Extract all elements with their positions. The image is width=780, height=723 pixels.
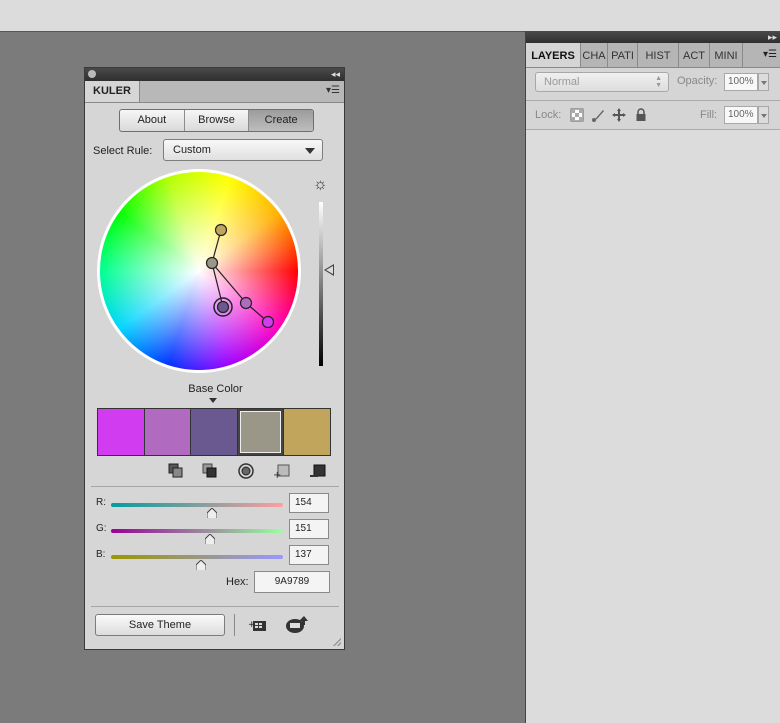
remove-color-icon[interactable] — [309, 462, 327, 480]
brightness-slider-thumb[interactable] — [324, 264, 334, 276]
tab-history[interactable]: HIST — [638, 43, 679, 67]
color-wheel[interactable] — [97, 169, 301, 373]
color-swatch-3[interactable] — [191, 409, 238, 455]
red-slider-thumb[interactable] — [207, 508, 217, 518]
panel-menu-icon[interactable]: ▾☰ — [326, 85, 340, 96]
move-swatch-icon[interactable] — [201, 462, 219, 480]
panel-close-icon[interactable] — [88, 70, 96, 78]
kuler-panel: ◂◂ KULER ▾☰ About Browse Create Select R… — [84, 67, 345, 650]
red-slider-track[interactable] — [111, 503, 283, 507]
chevron-down-icon — [305, 148, 315, 154]
color-swatch-2[interactable] — [144, 409, 192, 455]
color-swatch-row — [97, 408, 331, 456]
select-rule-dropdown[interactable]: Custom — [163, 139, 323, 161]
red-label: R: — [96, 497, 106, 508]
blend-mode-dropdown[interactable]: Normal ▲ ▼ — [535, 72, 669, 92]
opacity-input[interactable]: 100% — [724, 73, 758, 91]
blue-slider-thumb[interactable] — [196, 560, 206, 570]
select-rule-label: Select Rule: — [93, 145, 153, 157]
mode-segmented-control: About Browse Create — [119, 109, 314, 132]
lock-position-move-icon[interactable] — [612, 108, 626, 122]
divider — [91, 606, 339, 607]
lock-all-padlock-icon[interactable] — [634, 108, 648, 122]
green-slider-track[interactable] — [111, 529, 283, 533]
green-value-input[interactable]: 151 — [289, 519, 329, 539]
add-to-swatches-icon[interactable] — [167, 462, 185, 480]
collapse-panel-icon[interactable]: ◂◂ — [331, 68, 340, 81]
blend-mode-value: Normal — [544, 76, 580, 88]
svg-text:+: + — [273, 470, 281, 480]
tab-paths[interactable]: PATI — [608, 43, 638, 67]
toolbar-separator — [234, 614, 235, 636]
layers-panel: ▸▸ LAYERS CHA PATI HIST ACT MINI ▾☰ Norm… — [525, 31, 780, 723]
up-down-arrows-icon: ▲ ▼ — [655, 75, 662, 89]
app-top-bar — [0, 0, 780, 32]
blue-label: B: — [96, 549, 106, 560]
color-swatch-1[interactable] — [98, 409, 145, 455]
tab-layers[interactable]: LAYERS — [526, 43, 581, 67]
upload-theme-icon[interactable] — [284, 615, 308, 638]
layers-list[interactable] — [526, 130, 780, 723]
color-marker-gray[interactable] — [205, 256, 219, 270]
lock-transparent-pixels-icon[interactable] — [570, 108, 584, 122]
red-value-input[interactable]: 154 — [289, 493, 329, 513]
panel-menu-icon[interactable]: ▾☰ — [763, 49, 777, 60]
fill-dropdown-arrow[interactable] — [758, 106, 769, 124]
swatch-tools: + — [167, 462, 327, 481]
divider — [91, 486, 339, 487]
fill-input[interactable]: 100% — [724, 106, 758, 124]
fill-label: Fill: — [700, 109, 718, 121]
hex-label: Hex: — [226, 576, 249, 588]
svg-text:+: + — [248, 620, 256, 630]
base-color-indicator-icon — [209, 398, 217, 403]
set-base-color-icon[interactable] — [237, 462, 255, 480]
lock-image-pixels-brush-icon[interactable] — [591, 108, 605, 122]
tab-mini-bridge[interactable]: MINI — [710, 43, 743, 67]
save-theme-button[interactable]: Save Theme — [95, 614, 225, 636]
hex-value-input[interactable]: 9A9789 — [254, 571, 330, 593]
add-color-icon[interactable]: + — [273, 462, 291, 481]
tab-channels[interactable]: CHA — [581, 43, 608, 67]
color-marker-magenta[interactable] — [261, 315, 275, 329]
color-wheel-markers — [205, 223, 275, 329]
layers-panel-titlebar[interactable]: ▸▸ — [526, 31, 780, 43]
blue-slider-track[interactable] — [111, 555, 283, 559]
green-label: G: — [96, 523, 107, 534]
add-theme-to-swatches-icon[interactable]: + — [248, 617, 268, 638]
color-marker-violet[interactable] — [216, 300, 230, 314]
green-slider-thumb[interactable] — [205, 534, 215, 544]
kuler-panel-titlebar[interactable]: ◂◂ — [85, 68, 344, 81]
base-color-label: Base Color — [188, 383, 243, 395]
color-marker-orchid[interactable] — [239, 296, 253, 310]
layers-tab-row: LAYERS CHA PATI HIST ACT MINI ▾☰ — [526, 43, 780, 68]
blue-value-input[interactable]: 137 — [289, 545, 329, 565]
brightness-sun-icon: ☼ — [313, 176, 328, 193]
lock-label: Lock: — [535, 109, 562, 121]
resize-grip-icon[interactable] — [333, 638, 341, 646]
tab-actions[interactable]: ACT — [679, 43, 710, 67]
opacity-label: Opacity: — [677, 75, 718, 87]
about-button[interactable]: About — [120, 110, 185, 131]
browse-button[interactable]: Browse — [185, 110, 250, 131]
brightness-slider-track[interactable] — [319, 202, 323, 366]
opacity-dropdown-arrow[interactable] — [758, 73, 769, 91]
select-rule-value: Custom — [173, 144, 211, 156]
divider — [526, 100, 780, 101]
color-marker-gold[interactable] — [214, 223, 228, 237]
color-swatch-4[interactable] — [237, 409, 285, 455]
kuler-tab-row: KULER ▾☰ — [85, 81, 344, 103]
color-swatch-5[interactable] — [284, 409, 330, 455]
tab-kuler[interactable]: KULER — [85, 81, 140, 102]
collapse-panel-icon[interactable]: ▸▸ — [768, 31, 777, 43]
create-button[interactable]: Create — [249, 110, 313, 131]
